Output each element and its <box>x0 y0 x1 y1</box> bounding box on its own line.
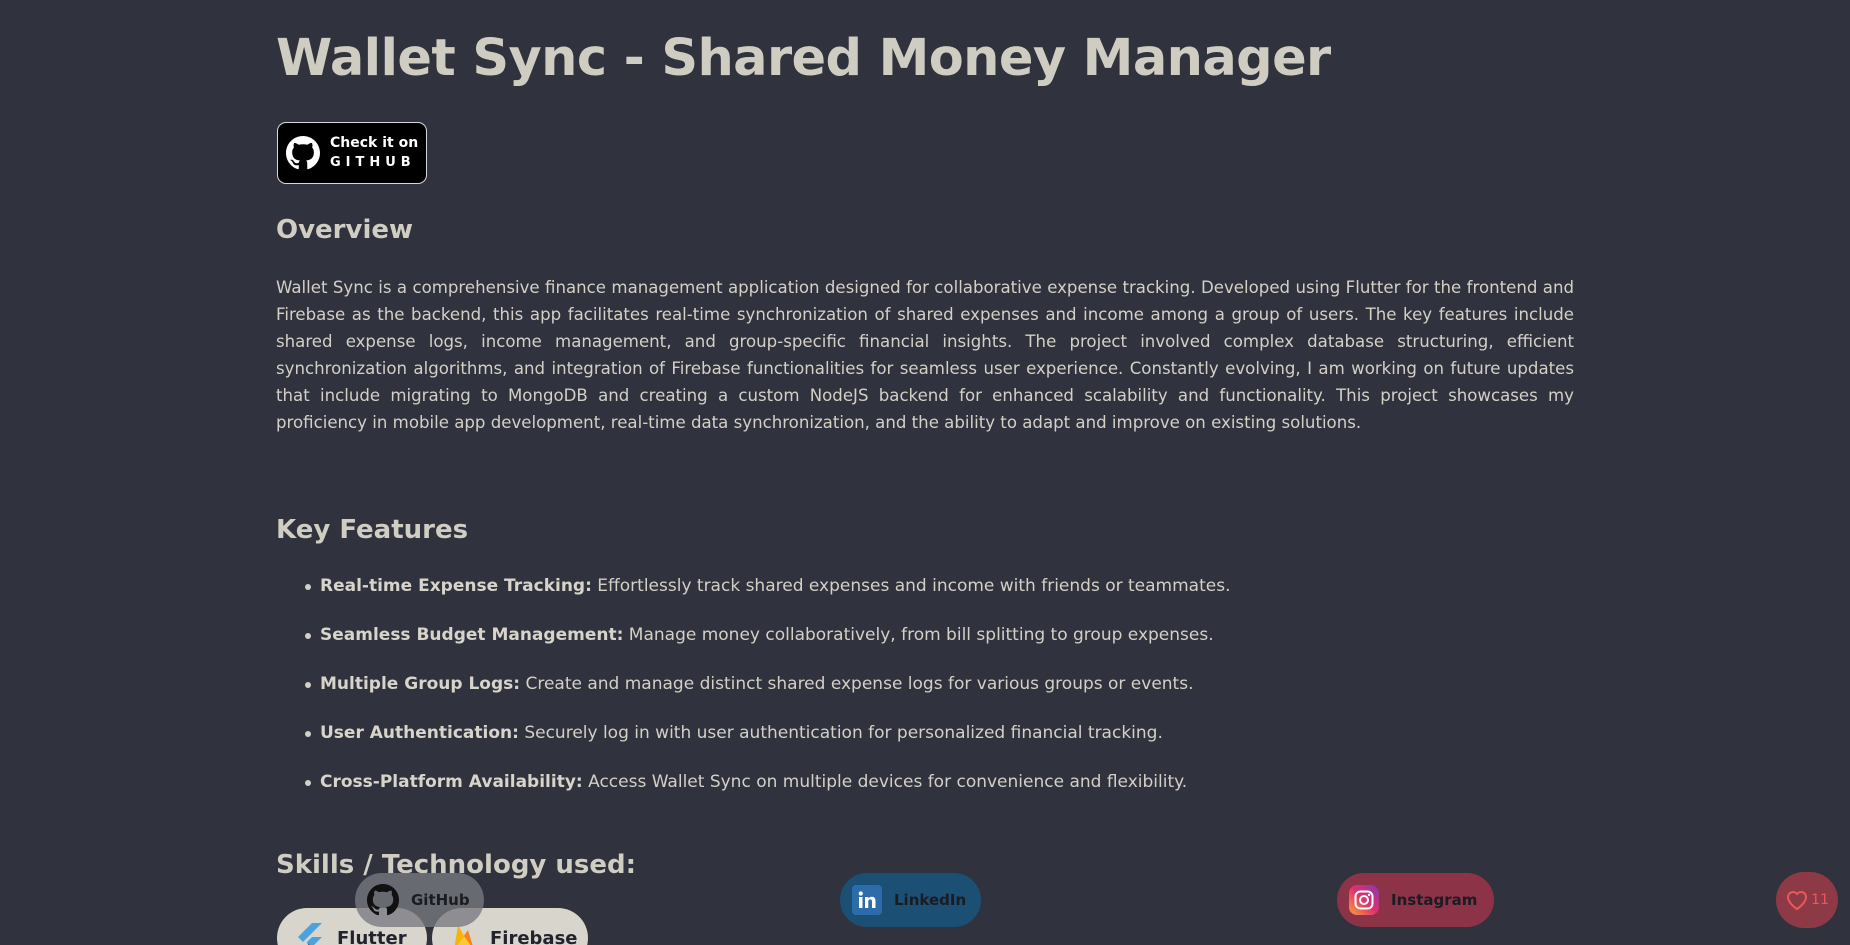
feature-item: Cross-Platform Availability: Access Wall… <box>305 768 1420 817</box>
github-badge-text: Check it on GITHUB <box>330 133 418 173</box>
flutter-icon <box>298 923 322 945</box>
skill-label: Firebase <box>490 927 578 945</box>
github-badge-line1: Check it on <box>330 135 419 151</box>
check-on-github-button[interactable]: Check it on GITHUB <box>277 122 427 184</box>
feature-item: Seamless Budget Management: Manage money… <box>305 621 1420 670</box>
feature-text: Effortlessly track shared expenses and i… <box>591 576 1231 596</box>
key-features-list: Real-time Expense Tracking: Effortlessly… <box>305 572 1420 817</box>
feature-text: Create and manage distinct shared expens… <box>520 674 1194 694</box>
social-github-label: GitHub <box>411 891 470 909</box>
overview-text: Wallet Sync is a comprehensive finance m… <box>276 278 1574 432</box>
project-page: Wallet Sync - Shared Money Manager Check… <box>0 0 1850 945</box>
feature-title: Real-time Expense Tracking: <box>320 576 592 596</box>
heart-icon <box>1787 891 1808 911</box>
feature-item: Real-time Expense Tracking: Effortlessly… <box>305 572 1420 621</box>
github-icon <box>286 136 320 170</box>
feature-title: Cross-Platform Availability: <box>320 772 583 792</box>
social-github-button[interactable]: GitHub <box>355 873 484 927</box>
feature-title: User Authentication: <box>320 723 519 743</box>
like-count: 11 <box>1811 892 1829 908</box>
social-linkedin-label: LinkedIn <box>894 891 967 909</box>
github-icon <box>367 884 399 916</box>
page-title: Wallet Sync - Shared Money Manager <box>276 29 1331 88</box>
overview-heading: Overview <box>276 215 414 245</box>
feature-item: User Authentication: Securely log in wit… <box>305 719 1420 768</box>
feature-item: Multiple Group Logs: Create and manage d… <box>305 670 1420 719</box>
github-badge-line2: GITHUB <box>330 155 416 170</box>
key-features-heading: Key Features <box>276 515 469 545</box>
like-button[interactable]: 11 <box>1776 872 1838 928</box>
social-instagram-label: Instagram <box>1391 891 1478 909</box>
instagram-icon <box>1349 885 1379 915</box>
feature-text: Access Wallet Sync on multiple devices f… <box>582 772 1188 792</box>
feature-text: Securely log in with user authentication… <box>518 723 1163 743</box>
social-instagram-button[interactable]: Instagram <box>1337 873 1494 927</box>
feature-title: Multiple Group Logs: <box>320 674 521 694</box>
feature-text: Manage money collaboratively, from bill … <box>623 625 1214 645</box>
feature-title: Seamless Budget Management: <box>320 625 624 645</box>
skill-label: Flutter <box>337 927 407 945</box>
social-linkedin-button[interactable]: LinkedIn <box>840 873 981 927</box>
linkedin-icon <box>852 885 882 915</box>
